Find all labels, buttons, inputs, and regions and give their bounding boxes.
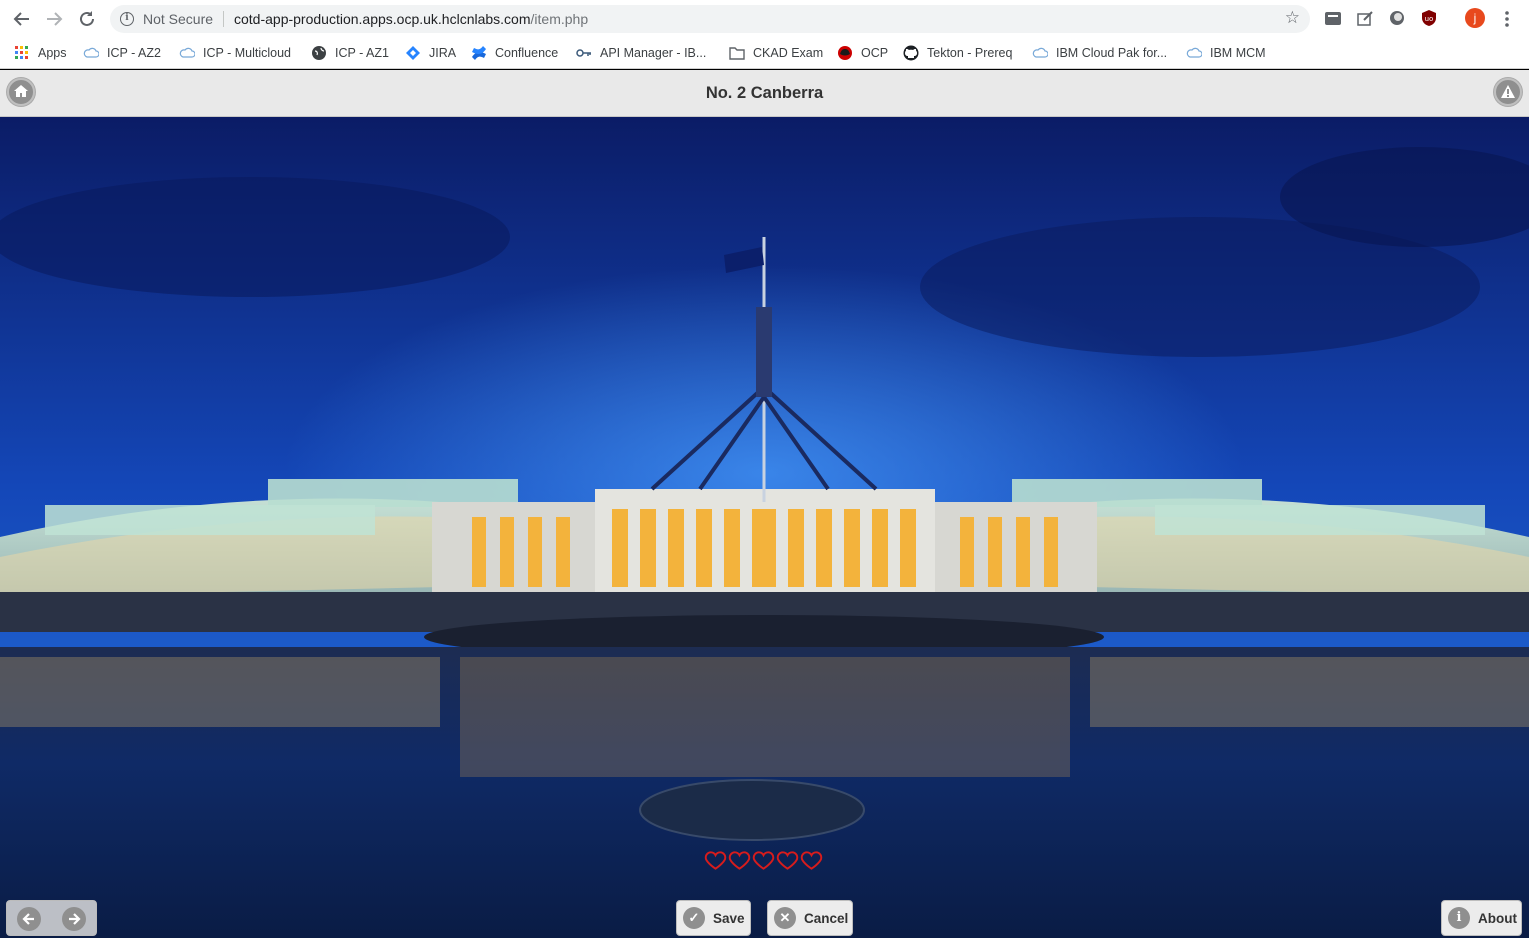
item-photo xyxy=(0,117,1529,938)
bookmark-ibm-cloud-pak[interactable]: IBM Cloud Pak for... xyxy=(1032,43,1167,63)
svg-text:uo: uo xyxy=(1425,15,1434,23)
bookmark-label: ICP - AZ2 xyxy=(107,46,161,60)
cancel-button[interactable]: ✕ Cancel xyxy=(767,900,853,936)
reload-icon[interactable] xyxy=(76,8,98,30)
extension-circle-icon[interactable] xyxy=(1388,9,1406,27)
bookmark-label: IBM Cloud Pak for... xyxy=(1056,46,1168,60)
about-button[interactable]: i About xyxy=(1441,900,1522,936)
url-host: cotd-app-production.apps.ocp.uk.hclcnlab… xyxy=(234,11,531,27)
cloud-icon xyxy=(1032,45,1049,61)
bookmark-label: ICP - AZ1 xyxy=(335,46,389,60)
alert-button[interactable] xyxy=(1494,78,1522,106)
globe-icon xyxy=(311,45,327,61)
info-icon[interactable]: i xyxy=(120,12,134,26)
bookmark-ckad-exam[interactable]: CKAD Exam xyxy=(729,43,823,63)
previous-button[interactable] xyxy=(17,907,41,931)
heart-1-icon[interactable] xyxy=(704,848,727,872)
forward-arrow-icon[interactable] xyxy=(43,8,65,30)
heart-4-icon[interactable] xyxy=(776,848,799,872)
info-circle-icon: i xyxy=(1448,907,1470,929)
cancel-label: Cancel xyxy=(804,910,849,926)
bookmark-label: CKAD Exam xyxy=(753,46,824,60)
extension-edit-icon[interactable] xyxy=(1356,9,1374,27)
address-bar[interactable]: i Not Secure cotd-app-production.apps.oc… xyxy=(110,5,1310,33)
bookmark-ocp[interactable]: OCP xyxy=(837,43,888,63)
bookmark-label: Confluence xyxy=(495,46,559,60)
divider xyxy=(223,11,224,27)
apps-grid-icon xyxy=(14,45,30,61)
bookmark-ibm-mcm[interactable]: IBM MCM xyxy=(1186,43,1266,63)
browser-toolbar: i Not Secure cotd-app-production.apps.oc… xyxy=(0,0,1529,37)
bookmark-icp-az2[interactable]: ICP - AZ2 xyxy=(83,43,161,63)
bookmark-icp-multicloud[interactable]: ICP - Multicloud xyxy=(179,43,291,63)
bookmark-label: API Manager - IB... xyxy=(600,46,707,60)
back-arrow-icon[interactable] xyxy=(11,8,33,30)
bookmark-label: Apps xyxy=(38,46,67,60)
extension-archive-icon[interactable] xyxy=(1324,9,1342,27)
about-label: About xyxy=(1478,910,1517,926)
bookmark-tekton-prereq[interactable]: Tekton - Prereq xyxy=(903,43,1012,63)
heart-5-icon[interactable] xyxy=(800,848,823,872)
heart-3-icon[interactable] xyxy=(752,848,775,872)
save-label: Save xyxy=(713,910,745,926)
bookmark-jira[interactable]: JIRA xyxy=(405,43,456,63)
bookmark-confluence[interactable]: Confluence xyxy=(471,43,558,63)
redhat-icon xyxy=(837,45,853,61)
close-icon: ✕ xyxy=(774,907,796,929)
check-icon: ✓ xyxy=(683,907,705,929)
menu-kebab-icon[interactable] xyxy=(1496,8,1518,30)
profile-avatar[interactable]: j xyxy=(1465,8,1485,28)
url-text[interactable]: cotd-app-production.apps.ocp.uk.hclcnlab… xyxy=(234,11,588,27)
cloud-icon xyxy=(1186,45,1203,61)
bookmark-label: JIRA xyxy=(429,46,457,60)
ublock-shield-icon[interactable]: uo xyxy=(1420,9,1438,27)
github-icon xyxy=(903,45,919,61)
bookmark-icp-az1[interactable]: ICP - AZ1 xyxy=(311,43,389,63)
pager-controls xyxy=(6,900,97,936)
bookmarks-bar: Apps ICP - AZ2 ICP - Multicloud ICP - AZ… xyxy=(0,37,1529,69)
url-path: /item.php xyxy=(530,11,589,27)
key-icon xyxy=(576,45,592,61)
bookmark-label: Tekton - Prereq xyxy=(927,46,1013,60)
arrow-left-icon xyxy=(22,913,34,925)
warning-icon xyxy=(1501,85,1515,98)
cloud-icon xyxy=(83,45,100,61)
heart-2-icon[interactable] xyxy=(728,848,751,872)
bookmark-apps[interactable]: Apps xyxy=(14,43,67,63)
folder-icon xyxy=(729,45,745,61)
jira-icon xyxy=(405,45,421,61)
arrow-right-icon xyxy=(69,913,81,925)
bookmark-star-icon[interactable]: ☆ xyxy=(1285,8,1300,28)
next-button[interactable] xyxy=(62,907,86,931)
rating-hearts[interactable] xyxy=(704,848,823,874)
bookmark-label: OCP xyxy=(861,46,889,60)
page-title: No. 2 Canberra xyxy=(705,84,824,102)
confluence-icon xyxy=(471,45,487,61)
save-button[interactable]: ✓ Save xyxy=(676,900,751,936)
cloud-icon xyxy=(179,45,196,61)
parliament-house-image xyxy=(0,117,1529,938)
bookmark-label: IBM MCM xyxy=(1210,46,1266,60)
bookmark-api-manager[interactable]: API Manager - IB... xyxy=(576,43,706,63)
security-label: Not Secure xyxy=(143,11,214,27)
app-header: No. 2 Canberra xyxy=(0,70,1529,117)
bookmark-label: ICP - Multicloud xyxy=(203,46,291,60)
